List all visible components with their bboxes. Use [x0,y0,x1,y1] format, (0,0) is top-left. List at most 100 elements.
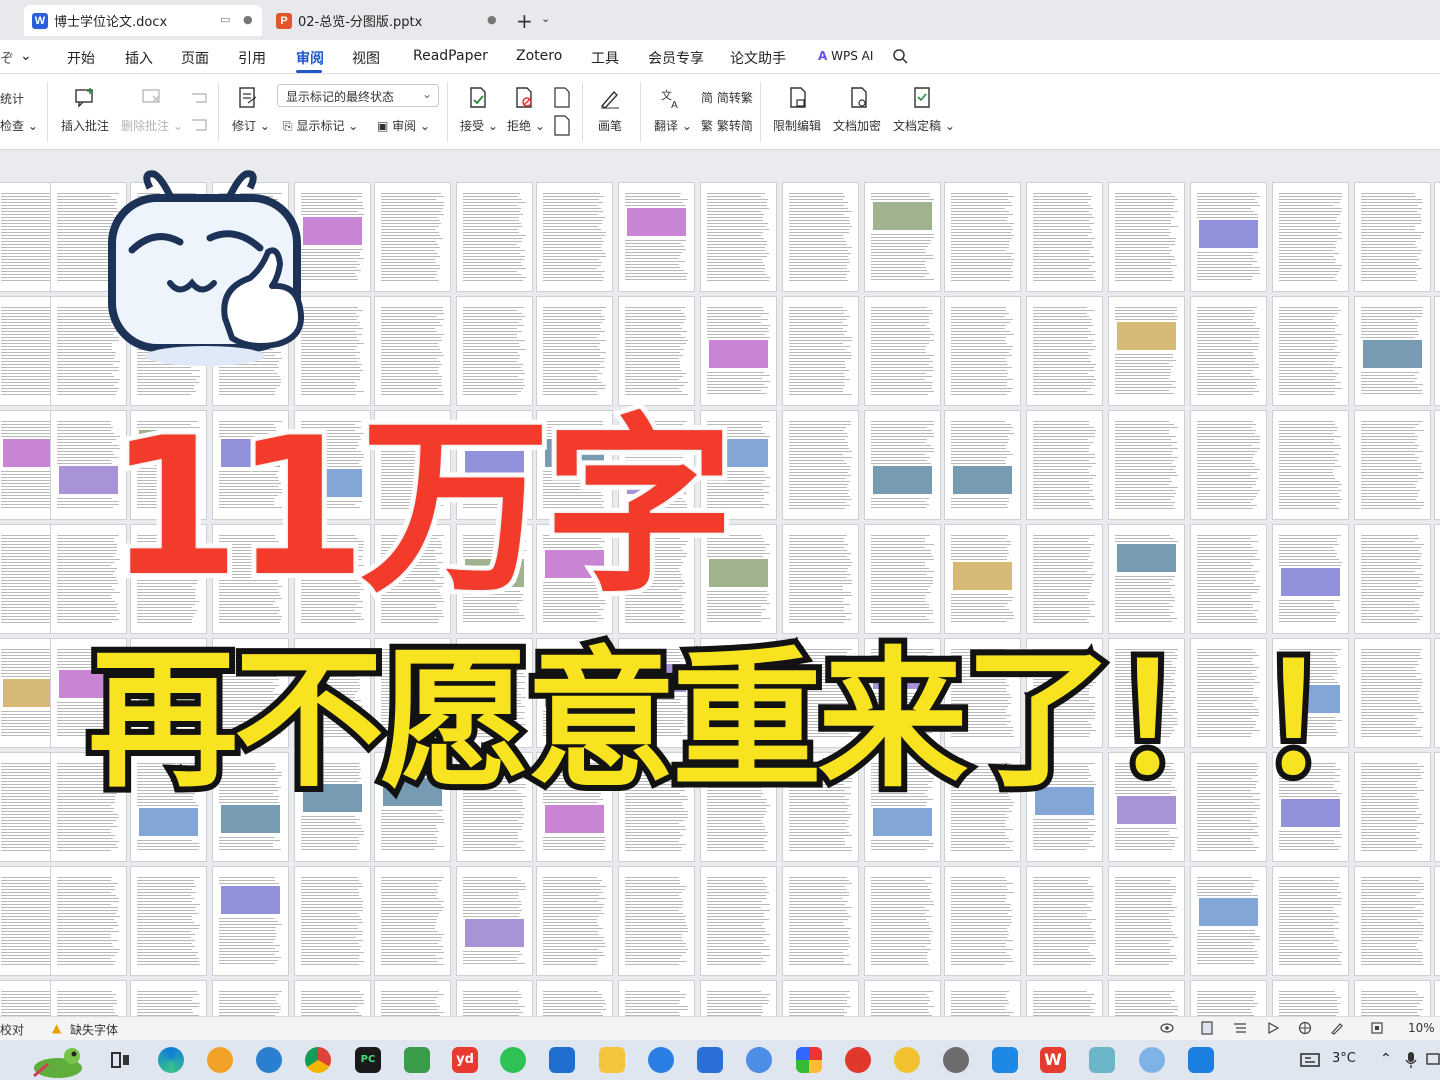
page-thumbnail[interactable] [944,296,1021,406]
menu-collapse-icon[interactable]: ぞ [0,48,14,68]
page-thumbnail[interactable] [1108,980,1185,1016]
fit-page-icon[interactable] [1370,1021,1384,1035]
page-thumbnail[interactable] [864,866,941,976]
page-thumbnail[interactable] [782,524,859,634]
frog-widget-icon[interactable] [28,1040,94,1080]
page-thumbnail[interactable] [1108,296,1185,406]
search-tool-icon[interactable] [207,1047,233,1073]
page-thumbnail[interactable] [944,980,1021,1016]
file-explorer-icon[interactable] [599,1047,625,1073]
page-thumbnail[interactable] [618,866,695,976]
play-icon[interactable] [1266,1021,1280,1035]
page-thumbnail[interactable] [1108,182,1185,292]
word-count-button[interactable]: 统计 [0,90,24,107]
page-thumbnail[interactable] [864,980,941,1016]
notes-app-icon[interactable] [1089,1047,1115,1073]
page-thumbnail[interactable] [782,296,859,406]
page-thumbnail[interactable] [1026,410,1103,520]
page-thumbnail[interactable] [294,980,371,1016]
microphone-icon[interactable] [1404,1051,1418,1069]
page-thumbnail[interactable] [536,866,613,976]
show-markup-button[interactable]: ⎘ 显示标记 ⌄ [283,117,358,134]
doc-finalize-button[interactable]: 文档定稿 ⌄ [893,117,955,134]
web-view-icon[interactable] [1298,1021,1312,1035]
page-thumbnail[interactable] [782,980,859,1016]
page-thumbnail[interactable] [1354,866,1431,976]
page-thumbnail[interactable] [536,182,613,292]
qq-browser-icon[interactable] [648,1047,674,1073]
page-thumbnail[interactable] [374,980,451,1016]
zoom-level[interactable]: 10% [1408,1021,1435,1035]
track-changes-button[interactable]: 修订 ⌄ [232,117,270,134]
page-thumbnail[interactable] [456,980,533,1016]
page-thumbnail[interactable] [1190,980,1267,1016]
page-thumbnail[interactable] [782,182,859,292]
page-thumbnail[interactable] [1026,182,1103,292]
pen-button[interactable]: 画笔 [598,117,622,134]
menu-item-view[interactable]: 视图 [352,48,380,68]
page-thumbnail[interactable] [1272,980,1349,1016]
magnifier-app-icon[interactable] [256,1047,282,1073]
page-thumbnail[interactable] [1026,296,1103,406]
page-thumbnail[interactable] [944,524,1021,634]
page-thumbnail[interactable] [212,866,289,976]
page-thumbnail[interactable] [1434,752,1440,862]
simplified-to-traditional-button[interactable]: 简 简转繁 [701,89,753,106]
page-thumbnail[interactable] [1434,296,1440,406]
review-pane-button[interactable]: ▣ 审阅 ⌄ [377,117,430,134]
page-thumbnail[interactable] [864,410,941,520]
page-thumbnail[interactable] [1272,296,1349,406]
page-thumbnail[interactable] [618,980,695,1016]
page-thumbnail[interactable] [1108,410,1185,520]
page-thumbnail[interactable] [1190,866,1267,976]
page-thumbnail[interactable] [1190,410,1267,520]
page-thumbnail[interactable] [1434,524,1440,634]
page-thumbnail[interactable] [1026,866,1103,976]
page-thumbnail[interactable] [1434,980,1440,1016]
close-dot-icon[interactable]: ● [487,13,497,26]
page-thumbnail[interactable] [700,980,777,1016]
page-thumbnail[interactable] [618,182,695,292]
feishu-icon[interactable] [697,1047,723,1073]
menu-item-review[interactable]: 审阅 [296,48,324,68]
sigma-app-icon[interactable] [549,1047,575,1073]
edge-browser-icon[interactable] [158,1047,184,1073]
page-thumbnail[interactable] [212,980,289,1016]
menu-item-home[interactable]: 开始 [67,48,95,68]
accept-button[interactable]: 接受 ⌄ [460,117,498,134]
pycharm-icon[interactable]: PC [355,1047,381,1073]
markup-state-select[interactable]: 显示标记的最终状态 ⌄ [277,84,439,107]
task-view-icon[interactable] [108,1047,134,1073]
page-thumbnail[interactable] [1434,410,1440,520]
page-thumbnail[interactable] [782,410,859,520]
page-thumbnail[interactable] [864,182,941,292]
menu-item-membership[interactable]: 会员专享 [648,48,704,68]
page-thumbnail[interactable] [456,866,533,976]
page-thumbnail[interactable] [1108,524,1185,634]
page-thumbnail[interactable] [1190,182,1267,292]
page-thumbnail[interactable] [1272,866,1349,976]
page-thumbnail[interactable] [374,182,451,292]
page-thumbnail[interactable] [1108,866,1185,976]
page-thumbnail[interactable] [864,524,941,634]
page-thumbnail[interactable] [1354,524,1431,634]
tab-pptx[interactable]: P 02-总览-分图版.pptx ● [268,5,506,36]
page-thumbnail[interactable] [130,980,207,1016]
menu-item-insert[interactable]: 插入 [125,48,153,68]
new-tab-icon[interactable]: + [516,9,533,33]
proofread-button[interactable]: 校对 [0,1021,24,1038]
translate-button[interactable]: 翻译 ⌄ [654,117,692,134]
page-thumbnail[interactable] [294,866,371,976]
menu-item-wps-ai[interactable]: A WPS AI [818,49,873,63]
page-thumbnail[interactable] [700,182,777,292]
outline-view-icon[interactable] [1233,1021,1247,1035]
page-thumbnail[interactable] [130,866,207,976]
chevron-up-icon[interactable]: ⌃ [1380,1051,1392,1067]
page-thumbnail[interactable] [1434,866,1440,976]
grid-app-icon[interactable] [796,1047,822,1073]
wechat-icon[interactable] [500,1047,526,1073]
restrict-edit-button[interactable]: 限制编辑 [773,117,821,134]
traditional-to-simplified-button[interactable]: 繁 繁转简 [701,117,753,134]
page-thumbnail[interactable] [944,410,1021,520]
tab-docx[interactable]: W 博士学位论文.docx ▭ ● [24,5,262,36]
